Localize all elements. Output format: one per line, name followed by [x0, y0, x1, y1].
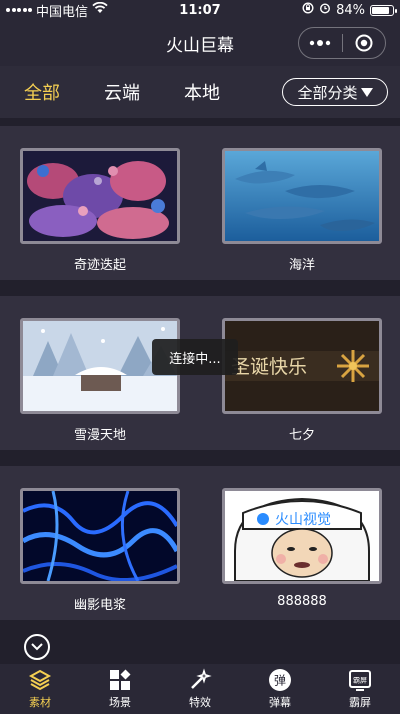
cartoon-face-image: 火山视觉: [225, 491, 379, 581]
chevron-down-icon: [31, 643, 43, 651]
svg-text:霸屏: 霸屏: [353, 677, 367, 685]
christmas-image: 圣诞快乐: [225, 321, 379, 411]
bapping-icon: 霸屏: [348, 668, 372, 692]
material-card[interactable]: 幽影电浆: [20, 488, 180, 613]
bottom-tab-bar: 素材 场景 特效 弹 弹幕 霸屏 霸屏: [0, 664, 400, 714]
bottom-tab-bapping[interactable]: 霸屏 霸屏: [320, 664, 400, 714]
caret-down-icon: [360, 87, 373, 97]
material-caption: 幽影电浆: [73, 598, 126, 613]
target-icon: [355, 34, 373, 52]
cartoon-overlay-text: 火山视觉: [275, 512, 331, 528]
collapse-button[interactable]: [24, 634, 50, 660]
danmaku-icon: 弹: [268, 668, 292, 692]
orientation-lock-icon: [302, 2, 314, 18]
christmas-overlay-text: 圣诞快乐: [231, 356, 307, 378]
tab-all[interactable]: 全部: [24, 79, 60, 105]
alarm-icon: [319, 2, 331, 18]
tab-cloud[interactable]: 云端: [104, 79, 140, 105]
wifi-icon: [92, 1, 108, 18]
more-button[interactable]: [299, 28, 342, 58]
material-card[interactable]: 火山视觉 888888: [222, 488, 382, 609]
bottom-tab-label: 弹幕: [269, 696, 291, 709]
material-thumbnail: [20, 488, 180, 584]
material-thumbnail: 火山视觉: [222, 488, 382, 584]
page-title: 火山巨幕: [166, 35, 234, 56]
bottom-tab-effects[interactable]: 特效: [160, 664, 240, 714]
status-bar: 中国电信 11:07 84%: [0, 0, 400, 20]
dolphins-image: [225, 151, 379, 241]
source-tabs: 全部 云端 本地 全部分类: [0, 66, 400, 118]
blue-plasma-image: [23, 491, 177, 581]
material-caption: 奇迹迭起: [73, 258, 126, 273]
scene-icon: [108, 668, 132, 692]
category-label: 全部分类: [297, 83, 358, 102]
material-thumbnail: 圣诞快乐: [222, 318, 382, 414]
material-thumbnail: [20, 148, 180, 244]
material-caption: 888888: [277, 594, 327, 609]
bottom-tab-scene[interactable]: 场景: [80, 664, 160, 714]
status-right: 84%: [254, 2, 397, 18]
material-caption: 雪漫天地: [73, 428, 126, 443]
bottom-tab-label: 场景: [109, 696, 131, 709]
more-dots-icon: [310, 40, 331, 46]
bottom-tab-danmaku[interactable]: 弹 弹幕: [240, 664, 320, 714]
material-card[interactable]: 海洋: [222, 148, 382, 273]
bottom-tab-label: 特效: [189, 696, 211, 709]
material-card[interactable]: 圣诞快乐 七夕: [222, 318, 382, 443]
nav-bar: 火山巨幕: [0, 20, 400, 66]
svg-text:弹: 弹: [274, 674, 286, 688]
material-gallery: 奇迹迭起 海洋 雪漫天地 圣诞快乐 七夕 幽影电浆 火山视觉 888888: [0, 118, 400, 664]
layers-icon: [28, 668, 52, 692]
status-time: 11:07: [179, 2, 221, 18]
battery-icon: [370, 4, 397, 16]
battery-percent: 84%: [336, 2, 365, 18]
bottom-tab-material[interactable]: 素材: [0, 664, 80, 714]
coral-reef-image: [23, 151, 177, 241]
material-card[interactable]: 雪漫天地: [20, 318, 180, 443]
category-dropdown[interactable]: 全部分类: [282, 78, 388, 106]
bottom-tab-label: 素材: [29, 696, 51, 709]
loading-toast: 连接中...: [152, 339, 238, 375]
close-mini-program-button[interactable]: [343, 28, 386, 58]
tab-local[interactable]: 本地: [184, 79, 220, 105]
magic-wand-icon: [188, 668, 212, 692]
mini-program-capsule: [298, 27, 386, 59]
carrier-name: 中国电信: [36, 4, 89, 20]
material-card[interactable]: 奇迹迭起: [20, 148, 180, 273]
signal-icon: [6, 8, 32, 12]
material-caption: 海洋: [288, 258, 315, 273]
status-left: 中国电信: [6, 1, 146, 20]
material-thumbnail: [222, 148, 382, 244]
bottom-tab-label: 霸屏: [349, 696, 371, 709]
material-caption: 七夕: [288, 428, 315, 443]
